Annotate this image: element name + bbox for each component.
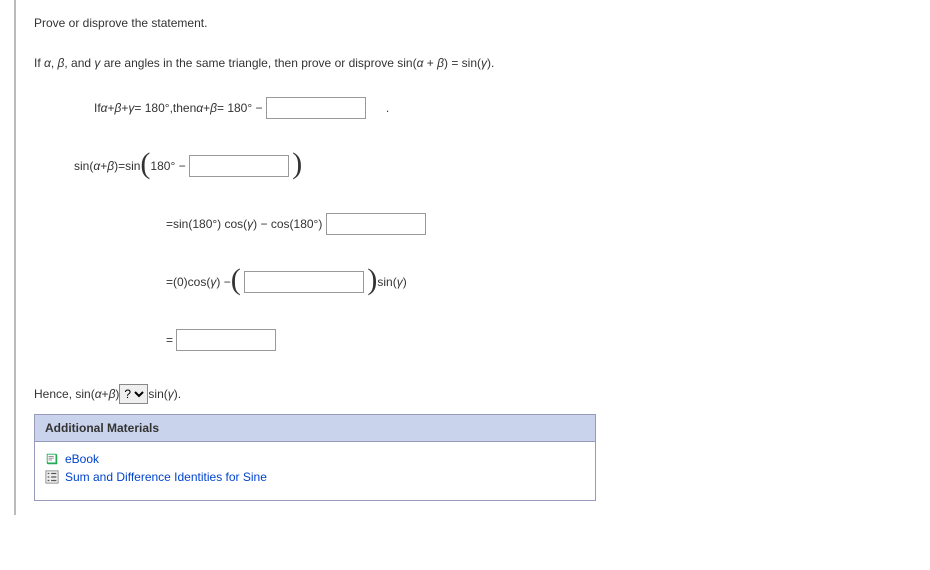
open-paren: ( (140, 153, 150, 175)
statement-text: If α, β, and γ are angles in the same tr… (34, 54, 894, 72)
var-beta: β (210, 101, 217, 115)
hence-row: Hence, sin(α + β) ? sin(γ). (34, 384, 894, 404)
link-label: Sum and Difference Identities for Sine (65, 470, 267, 484)
txt: + (423, 56, 437, 70)
txt: ). (487, 56, 494, 70)
txt: ) (403, 275, 407, 289)
proof-line-2: sin(α + β) = sin ( 180° − ) (74, 152, 894, 180)
var-alpha: α (196, 101, 203, 115)
var-beta: β (115, 101, 122, 115)
additional-materials-body: eBook Sum and Difference Identities for … (35, 442, 595, 500)
var-beta: β (107, 159, 114, 173)
txt: 180° − (150, 159, 185, 173)
var-alpha: α (95, 387, 102, 401)
var-beta: β (109, 387, 116, 401)
txt: (0)cos( (173, 275, 210, 289)
txt: = 180° − (217, 101, 263, 115)
txt: sin(180°) cos( (173, 217, 247, 231)
blank-input-2[interactable] (189, 155, 289, 177)
link-label: eBook (65, 452, 99, 466)
proof-block: If α + β + γ = 180°, then α + β = 180° −… (94, 94, 894, 354)
close-paren: ) (292, 153, 302, 175)
txt: = (118, 159, 125, 173)
blank-input-3[interactable] (326, 213, 426, 235)
txt: ) − (216, 275, 230, 289)
txt: = 180°, (134, 101, 173, 115)
blank-input-1[interactable] (266, 97, 366, 119)
close-paren: ) (367, 269, 377, 291)
proof-line-3: = sin(180°) cos(γ) − cos(180°) (166, 210, 894, 238)
txt: then (173, 101, 196, 115)
list-icon (45, 470, 59, 484)
txt: = (448, 56, 462, 70)
txt: = (166, 333, 173, 347)
txt: Hence, sin( (34, 387, 95, 401)
txt: sin( (462, 56, 481, 70)
txt: , and (64, 56, 94, 70)
var-alpha: α (101, 101, 108, 115)
txt: ) − cos(180°) (253, 217, 322, 231)
var-alpha: α (44, 56, 51, 70)
prompt-text: Prove or disprove the statement. (34, 14, 894, 32)
txt: sin( (377, 275, 396, 289)
ebook-link[interactable]: eBook (45, 452, 585, 466)
txt: + (121, 101, 128, 115)
txt: sin (125, 159, 140, 173)
txt: = (166, 275, 173, 289)
txt: + (108, 101, 115, 115)
txt: are angles in the same triangle, then pr… (100, 56, 416, 70)
problem-page: Prove or disprove the statement. If α, β… (14, 0, 894, 515)
proof-line-1: If α + β + γ = 180°, then α + β = 180° −… (94, 94, 894, 122)
txt: If (94, 101, 101, 115)
book-icon (45, 452, 59, 466)
var-alpha: α (93, 159, 100, 173)
txt: If (34, 56, 44, 70)
open-paren: ( (231, 269, 241, 291)
var-beta: β (437, 56, 444, 70)
proof-line-4: = (0)cos(γ) − ( ) sin(γ) (166, 268, 894, 296)
txt: ). (174, 387, 181, 401)
additional-materials-header: Additional Materials (35, 415, 595, 442)
relation-select[interactable]: ? (119, 384, 148, 404)
additional-materials-box: Additional Materials eBook Sum and Diffe… (34, 414, 596, 501)
txt: + (102, 387, 109, 401)
txt: = (166, 217, 173, 231)
txt: . (386, 101, 389, 115)
blank-input-5[interactable] (176, 329, 276, 351)
identities-link[interactable]: Sum and Difference Identities for Sine (45, 470, 585, 484)
proof-line-5: = (166, 326, 894, 354)
txt: , (51, 56, 58, 70)
blank-input-4[interactable] (244, 271, 364, 293)
txt: sin( (74, 159, 93, 173)
txt: sin( (148, 387, 167, 401)
